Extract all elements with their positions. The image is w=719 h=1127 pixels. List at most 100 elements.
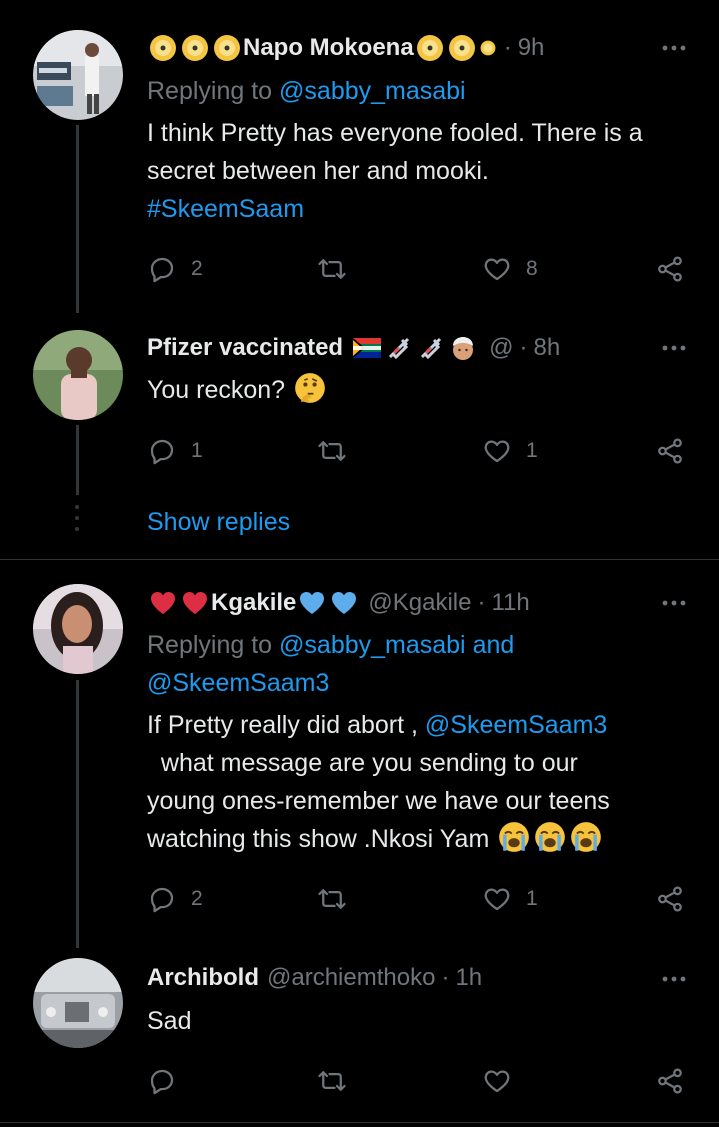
syringe-icon: [421, 338, 442, 360]
like-icon: [484, 1070, 510, 1093]
share-icon: [658, 1068, 682, 1094]
tweet-header: Archibold @archiemthoko · 1h: [147, 963, 679, 993]
reply-button[interactable]: 2: [147, 254, 203, 284]
avatar[interactable]: [33, 958, 123, 1048]
tweet-body: I think Pretty has everyone fooled. Ther…: [147, 119, 643, 185]
tweet-header: Pfizer vaccinated @ · 8h: [147, 333, 679, 363]
share-button[interactable]: [655, 884, 685, 914]
reply-icon: [150, 257, 174, 283]
reply-thread: Napo Mokoena · 9h Replying to @sabby_mas…: [0, 0, 719, 1127]
like-button[interactable]: 8: [482, 254, 538, 284]
reply-icon: [150, 439, 174, 465]
retweet-button[interactable]: [317, 436, 361, 466]
replying-to-label: Replying to: [147, 631, 273, 659]
reply-count: 2: [191, 257, 203, 280]
share-icon: [658, 438, 682, 464]
timestamp[interactable]: 11h: [491, 589, 529, 617]
like-button[interactable]: 1: [482, 436, 538, 466]
tweet-actions: 1 1: [147, 436, 692, 466]
reply-button[interactable]: 1: [147, 436, 203, 466]
thread-divider: [0, 1122, 719, 1123]
reply-button[interactable]: [147, 1066, 191, 1096]
tweet-actions: [147, 1066, 692, 1096]
share-icon: [658, 256, 682, 282]
like-button[interactable]: 1: [482, 884, 538, 914]
tweet-actions: 2 8: [147, 254, 692, 284]
tweet-body-line: young ones-remember we have our teens: [147, 787, 610, 815]
separator-dot: ·: [441, 964, 450, 991]
retweet-button[interactable]: [317, 254, 361, 284]
timestamp[interactable]: 8h: [533, 334, 560, 362]
tweet-actions: 2 1: [147, 884, 692, 914]
tweet-text: I think Pretty has everyone fooled. Ther…: [147, 114, 687, 228]
reply-count: 1: [191, 439, 203, 462]
thread-more-dots: [75, 505, 80, 538]
thread-connector: [76, 125, 79, 313]
timestamp[interactable]: 1h: [455, 964, 482, 992]
avatar[interactable]: [33, 584, 123, 674]
replying-to: Replying to @sabby_masabi: [147, 72, 687, 110]
retweet-icon: [318, 889, 346, 909]
separator-dot: ·: [503, 34, 512, 61]
reply-icon: [150, 887, 174, 913]
golden-disc-emoji: [147, 34, 243, 63]
avatar[interactable]: [33, 330, 123, 420]
reply-icon: [150, 1069, 174, 1095]
south-africa-flag-icon: [353, 338, 382, 359]
thinking-face-icon: [295, 373, 325, 404]
like-count: 8: [526, 257, 538, 280]
retweet-button[interactable]: [317, 1066, 361, 1096]
retweet-icon: [318, 1071, 346, 1091]
name-emojis: [351, 334, 479, 363]
like-icon: [484, 440, 510, 463]
share-button[interactable]: [655, 436, 685, 466]
like-button[interactable]: [482, 1066, 526, 1096]
hashtag-link[interactable]: #SkeemSaam: [147, 195, 304, 223]
retweet-icon: [318, 441, 346, 461]
tweet-header: Kgakile @Kgakile · 11h: [147, 588, 679, 618]
separator-dot: ·: [477, 589, 486, 616]
replying-to-label: Replying to: [147, 77, 273, 105]
thread-divider: [0, 559, 719, 560]
share-icon: [658, 886, 682, 912]
avatar[interactable]: [33, 30, 123, 120]
reply-button[interactable]: 2: [147, 884, 203, 914]
mention-link[interactable]: @sabby_masabi: [279, 631, 466, 659]
blue-heart-icons: [296, 589, 360, 618]
replying-to: Replying to @sabby_masabi and @SkeemSaam…: [147, 626, 687, 702]
tweet-body-line: watching this show .Nkosi Yam: [147, 825, 490, 853]
retweet-icon: [318, 259, 346, 279]
crying-face-icons: [496, 822, 604, 853]
handle[interactable]: @Kgakile: [368, 589, 471, 617]
more-icon[interactable]: [659, 969, 689, 989]
red-heart-icons: [147, 589, 211, 618]
tweet-body-line: what message are you sending to our: [160, 749, 578, 777]
timestamp[interactable]: 9h: [518, 34, 545, 62]
like-icon: [484, 258, 510, 281]
thread-connector: [76, 680, 79, 948]
mention-link[interactable]: @sabby_masabi: [279, 77, 466, 105]
share-button[interactable]: [655, 1066, 685, 1096]
syringe-icon: [389, 338, 410, 360]
tweet-header: Napo Mokoena · 9h: [147, 33, 679, 63]
like-count: 1: [526, 439, 538, 462]
tweet-text: If Pretty really did abort , @SkeemSaam3…: [147, 706, 687, 858]
like-icon: [484, 888, 510, 911]
share-button[interactable]: [655, 254, 685, 284]
display-name[interactable]: Pfizer vaccinated: [147, 334, 343, 362]
more-icon[interactable]: [659, 38, 689, 58]
tweet-text: Sad: [147, 1002, 687, 1040]
display-name[interactable]: Napo Mokoena: [243, 34, 414, 62]
display-name[interactable]: Kgakile: [211, 589, 296, 617]
mention-link[interactable]: @SkeemSaam3: [147, 669, 329, 697]
person-turban-icon: [453, 337, 474, 361]
reply-count: 2: [191, 887, 203, 910]
handle[interactable]: @archiemthoko: [267, 964, 435, 992]
more-icon[interactable]: [659, 338, 689, 358]
retweet-button[interactable]: [317, 884, 361, 914]
display-name[interactable]: Archibold: [147, 964, 259, 992]
handle[interactable]: @: [489, 334, 513, 362]
show-replies-link[interactable]: Show replies: [147, 508, 290, 537]
mention-link[interactable]: @SkeemSaam3: [425, 711, 607, 739]
more-icon[interactable]: [659, 593, 689, 613]
